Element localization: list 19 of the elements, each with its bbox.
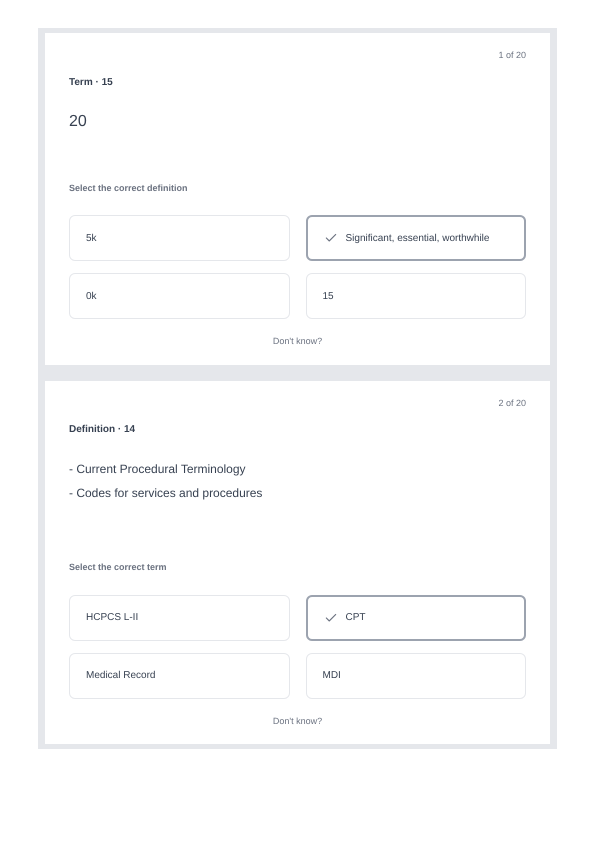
answer-option[interactable]: MDI [306, 652, 526, 698]
card-label: Term · 15 [69, 76, 114, 90]
prompt-text: - Current Procedural Terminology [69, 461, 247, 478]
dont-know-link[interactable]: Don't know? [272, 714, 322, 728]
prompt-text: - Codes for services and procedures [69, 485, 264, 502]
question-counter: 2 of 20 [498, 396, 526, 410]
answer-option[interactable]: Medical Record [69, 652, 290, 698]
answer-option[interactable]: 15 [306, 273, 526, 319]
card-label: Definition · 14 [69, 423, 136, 437]
answer-option[interactable]: Significant, essential, worthwhile [306, 215, 526, 261]
answer-option[interactable]: CPT [306, 594, 526, 640]
answer-option[interactable]: HCPCS L-II [69, 594, 290, 640]
answer-option[interactable]: 0k [69, 273, 290, 319]
instruction-text: Select the correct term [69, 561, 168, 574]
prompt-text: 20 [69, 112, 88, 132]
dont-know-link[interactable]: Don't know? [272, 335, 322, 348]
answer-option[interactable]: 5k [69, 215, 290, 261]
instruction-text: Select the correct definition [69, 182, 189, 194]
question-counter: 1 of 20 [498, 49, 526, 62]
